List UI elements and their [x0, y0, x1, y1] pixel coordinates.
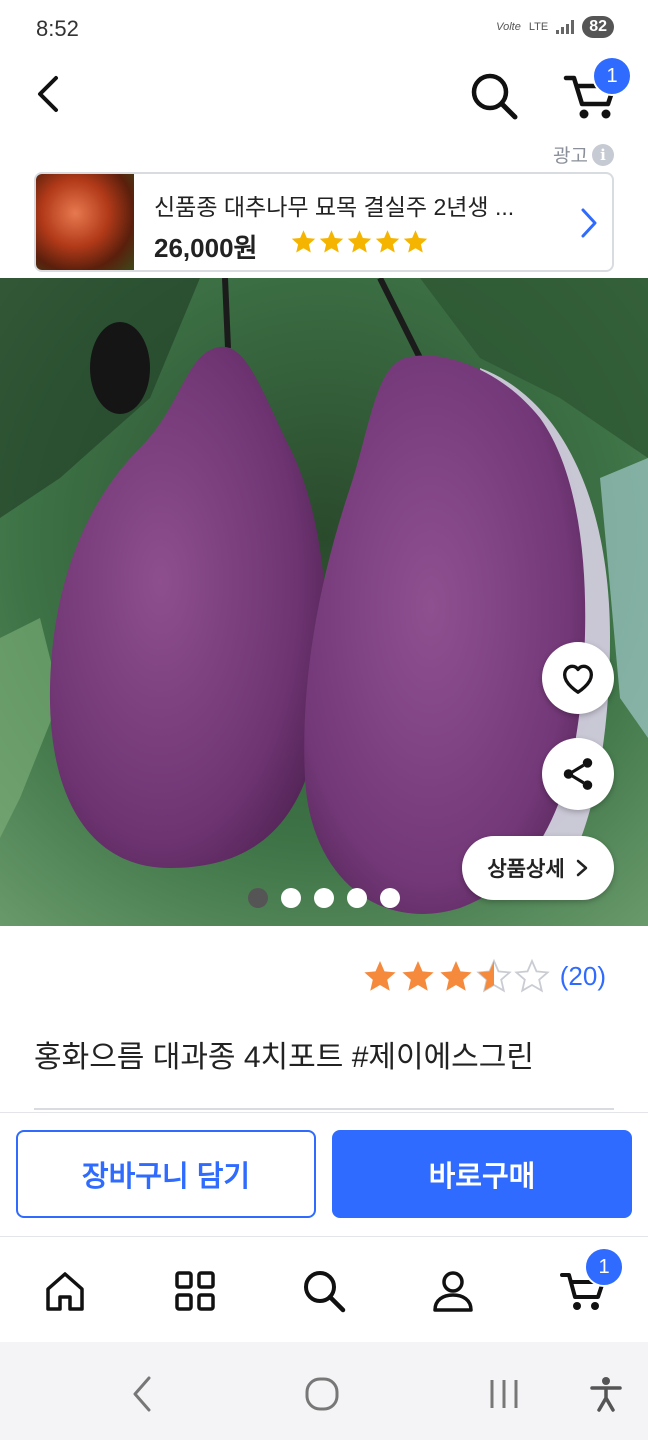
volte-indicator: Volte [496, 21, 521, 33]
back-icon [133, 1376, 151, 1412]
category-icon [175, 1271, 215, 1311]
pagination-dot[interactable] [248, 888, 268, 908]
star-icon [291, 230, 316, 253]
accessibility-icon [590, 1377, 622, 1412]
home-icon [46, 1272, 84, 1311]
cart-button[interactable]: 1 [562, 56, 632, 122]
product-image-gallery[interactable]: 상품상세 [0, 278, 648, 926]
star-icon [375, 230, 400, 253]
accessibility-button[interactable] [584, 1372, 628, 1416]
product-detail-label: 상품상세 [487, 858, 565, 881]
search-button[interactable] [466, 70, 522, 122]
status-bar: 8:52 Volte LTE 82 [0, 0, 648, 60]
star-empty-icon [513, 958, 550, 993]
network-type: LTE [528, 21, 549, 33]
star-icon [403, 230, 428, 253]
ad-thumbnail [36, 174, 134, 270]
signal-icon [556, 20, 575, 34]
nav-profile[interactable] [425, 1263, 481, 1319]
product-photo [0, 278, 648, 926]
system-back-button[interactable] [120, 1372, 164, 1416]
system-recents-button[interactable] [482, 1372, 526, 1416]
chevron-left-icon [38, 76, 58, 112]
product-detail-button[interactable]: 상품상세 [462, 836, 614, 900]
buy-now-button[interactable]: 바로구매 [332, 1130, 632, 1218]
status-icons: Volte LTE 82 [496, 16, 614, 38]
back-button[interactable] [28, 72, 72, 116]
recents-icon [490, 1380, 518, 1408]
nav-home[interactable] [37, 1263, 93, 1319]
ad-rating-stars [290, 228, 429, 255]
status-time: 8:52 [36, 16, 79, 41]
system-home-button[interactable] [300, 1372, 344, 1416]
ad-card[interactable]: 신품종 대추나무 묘목 결실주 2년생 ... 26,000원 [34, 172, 614, 272]
pagination-dot[interactable] [380, 888, 400, 908]
chevron-right-icon [581, 208, 597, 238]
wish-button[interactable] [542, 642, 614, 714]
star-icon [402, 961, 434, 991]
ad-label-text: 광고 [553, 146, 588, 167]
pagination-dot[interactable] [281, 888, 301, 908]
ad-title: 신품종 대추나무 묘목 결실주 2년생 ... [154, 194, 515, 220]
cart-badge: 1 [584, 1247, 624, 1287]
battery-indicator: 82 [582, 16, 614, 38]
pagination-dot[interactable] [314, 888, 334, 908]
ad-label[interactable]: 광고 i [553, 141, 614, 168]
add-to-cart-button[interactable]: 장바구니 담기 [16, 1130, 316, 1218]
chevron-right-icon [576, 859, 587, 877]
share-button[interactable] [542, 738, 614, 810]
share-icon [563, 758, 593, 790]
star-icon [319, 230, 344, 253]
star-icon [364, 961, 396, 991]
profile-icon [433, 1271, 473, 1312]
product-title: 홍화으름 대과종 4치포트 #제이에스그린 [34, 1041, 534, 1074]
star-icon [347, 230, 372, 253]
star-icon [440, 961, 472, 991]
bottom-nav: 1 [0, 1236, 648, 1342]
star-half-icon [475, 958, 512, 993]
nav-category[interactable] [167, 1263, 223, 1319]
home-icon [305, 1377, 339, 1411]
nav-search[interactable] [296, 1263, 352, 1319]
heart-icon [563, 664, 593, 694]
app-header: 1 [0, 56, 648, 132]
search-icon [304, 1271, 346, 1313]
info-icon: i [592, 143, 614, 166]
search-icon [471, 73, 518, 120]
purchase-action-bar: 장바구니 담기 바로구매 [0, 1112, 648, 1236]
product-rating[interactable]: (20) [362, 958, 606, 994]
gallery-pagination [248, 888, 400, 908]
pagination-dot[interactable] [347, 888, 367, 908]
divider [34, 1108, 614, 1110]
review-count[interactable]: (20) [560, 961, 606, 992]
ad-price: 26,000원 [154, 233, 258, 263]
system-nav-bar [0, 1342, 648, 1440]
cart-badge: 1 [592, 56, 632, 96]
nav-cart[interactable]: 1 [556, 1247, 624, 1319]
